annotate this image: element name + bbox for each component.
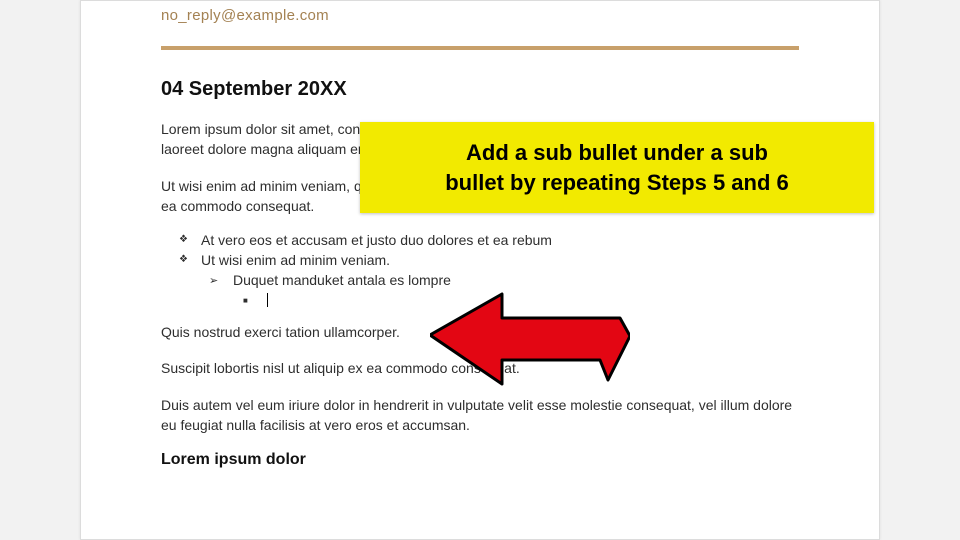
callout-line-1: Add a sub bullet under a sub	[382, 138, 852, 168]
list-item[interactable]: At vero eos et accusam et justo duo dolo…	[201, 232, 799, 248]
list-item-text: At vero eos et accusam et justo duo dolo…	[201, 232, 552, 248]
sender-email: no_reply@example.com	[161, 7, 799, 24]
document-page[interactable]: no_reply@example.com 04 September 20XX L…	[80, 0, 880, 540]
instruction-callout: Add a sub bullet under a sub bullet by r…	[360, 122, 874, 213]
text-cursor	[267, 293, 268, 307]
pointer-arrow-icon	[430, 290, 630, 405]
date-heading: 04 September 20XX	[161, 78, 799, 101]
list-item-text: Ut wisi enim ad minim veniam.	[201, 252, 390, 268]
section-heading: Lorem ipsum dolor	[161, 451, 799, 469]
list-item-text: Duquet manduket antala es lompre	[233, 272, 451, 288]
callout-line-2: bullet by repeating Steps 5 and 6	[382, 168, 852, 198]
divider-gold	[161, 46, 799, 50]
